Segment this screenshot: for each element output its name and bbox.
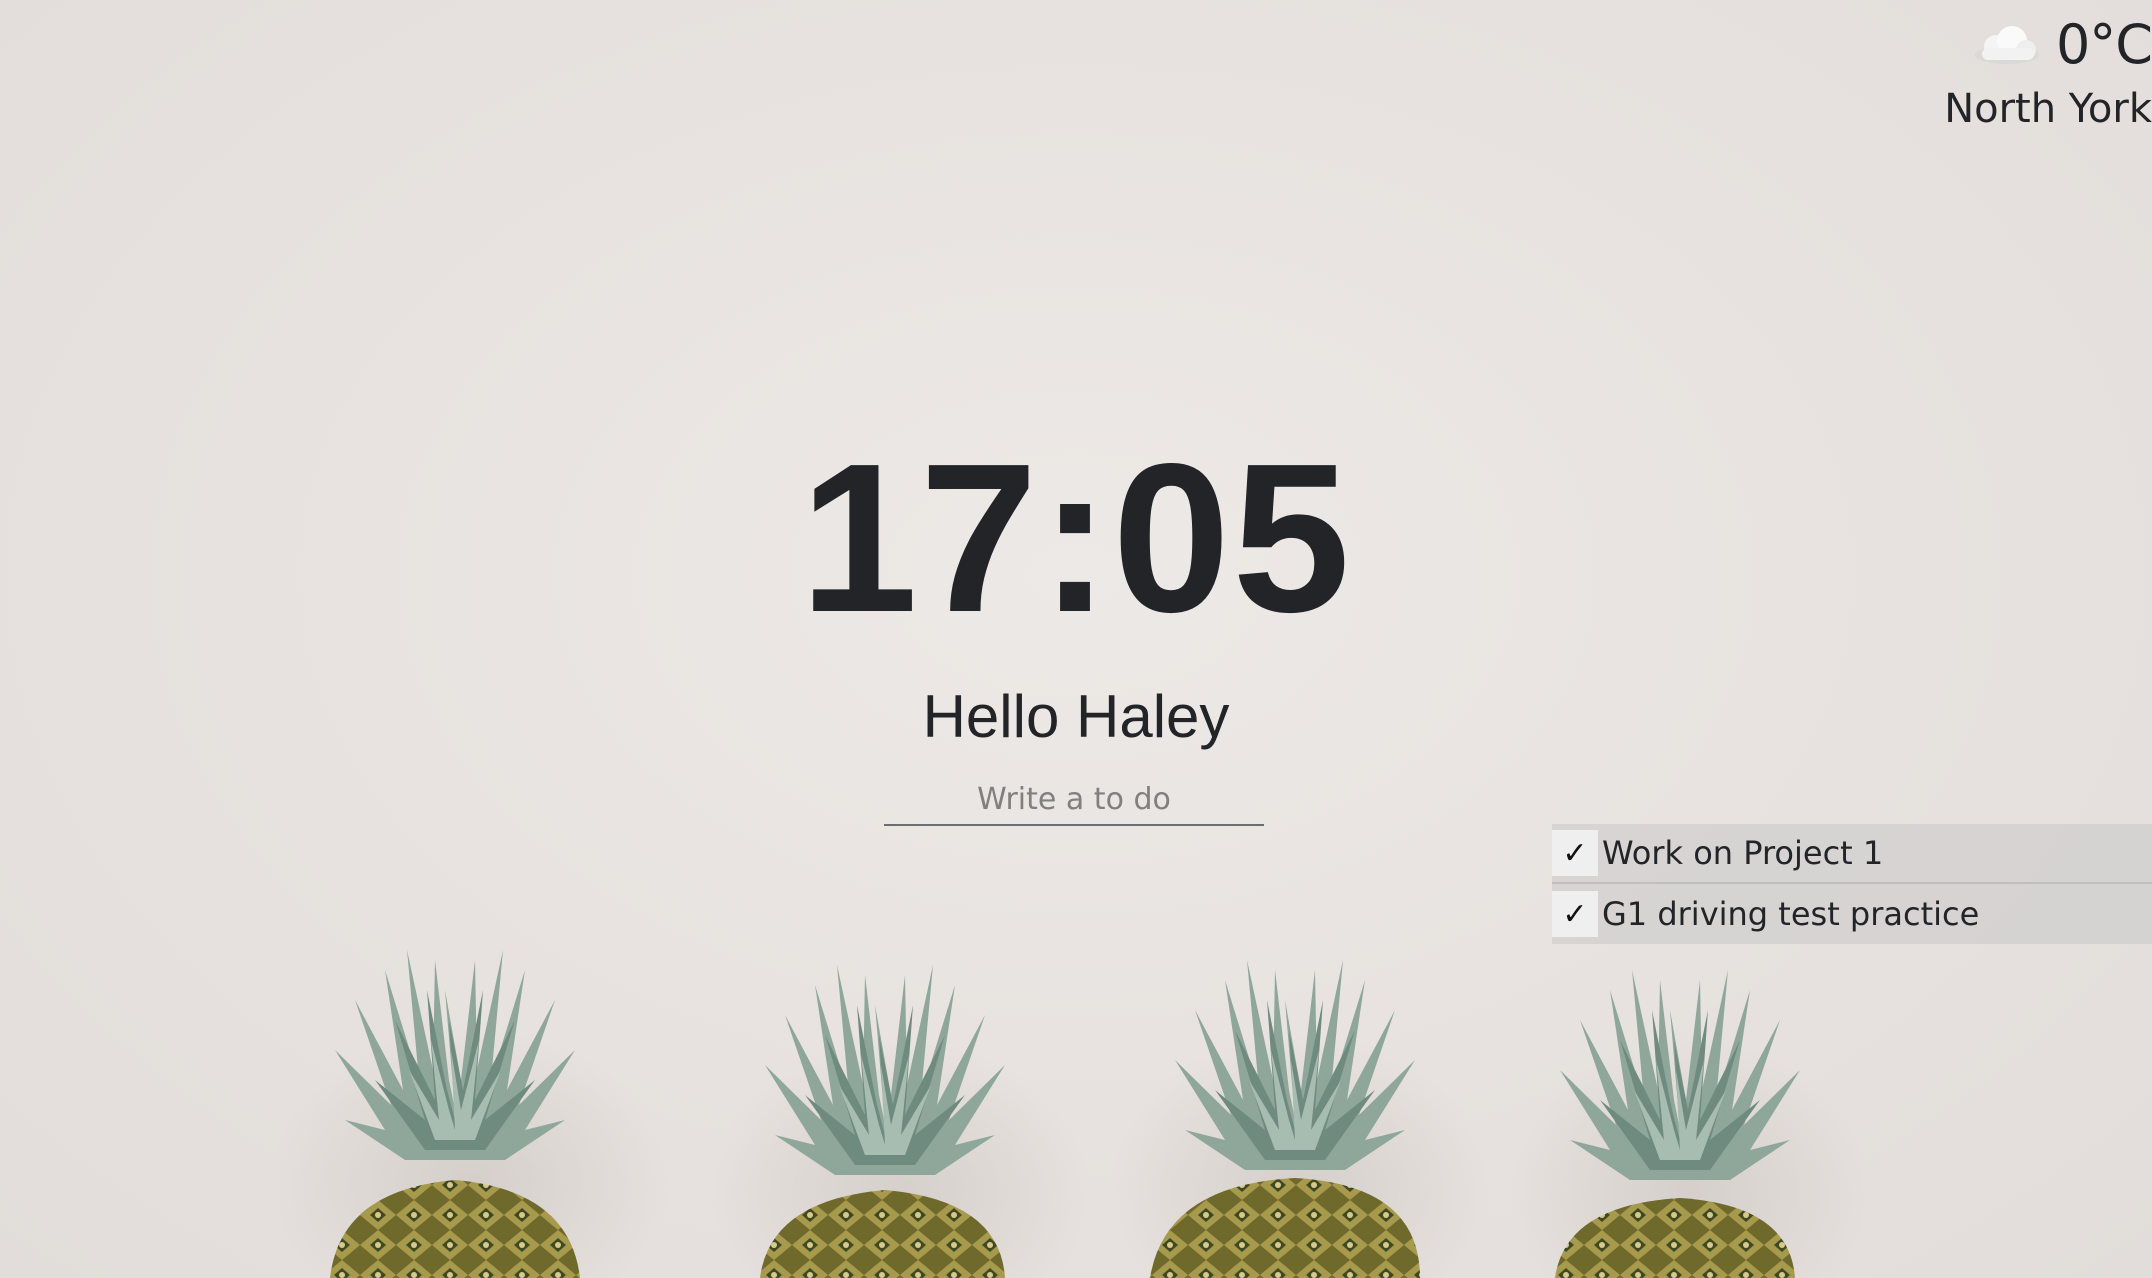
todo-item-text: G1 driving test practice (1602, 895, 1980, 933)
todo-item-text: Work on Project 1 (1602, 834, 1884, 872)
todo-complete-button[interactable]: ✓ (1552, 891, 1598, 937)
todo-item: ✓ G1 driving test practice (1552, 884, 2152, 944)
weather-widget: 0°C North York (1944, 14, 2152, 134)
weather-row: 0°C (1944, 14, 2152, 76)
greeting-text: Hello Haley (922, 683, 1230, 750)
todo-form (884, 776, 1264, 826)
cloud-icon (1974, 26, 2039, 64)
city-name: North York (1944, 86, 2152, 132)
todo-item: ✓ Work on Project 1 (1552, 824, 2152, 884)
todo-complete-button[interactable]: ✓ (1552, 830, 1598, 876)
todo-list: ✓ Work on Project 1 ✓ G1 driving test pr… (1552, 824, 2152, 944)
temperature: 0°C (2055, 13, 2152, 76)
clock-time: 17:05 (799, 419, 1353, 656)
todo-input[interactable] (884, 776, 1264, 822)
